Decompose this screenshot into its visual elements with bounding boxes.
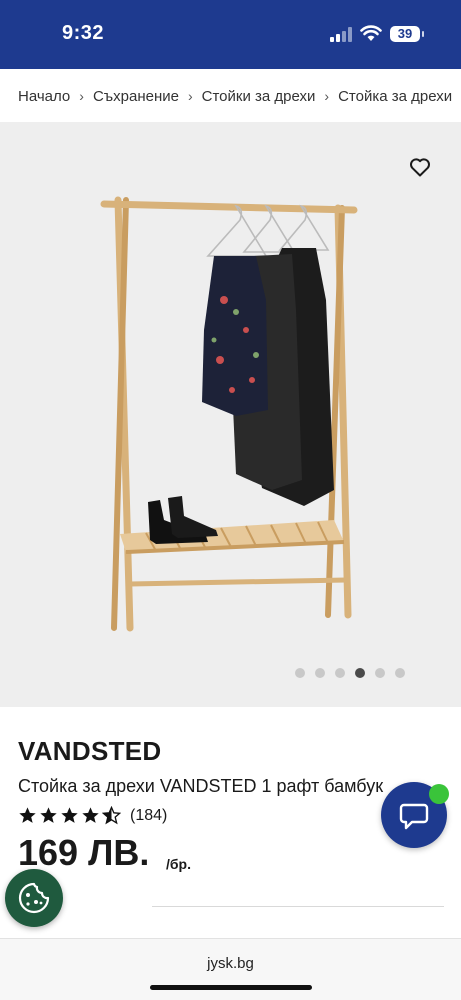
breadcrumb: Начало › Съхранение › Стойки за дрехи › … [0, 70, 461, 122]
star-full-icon [19, 807, 36, 823]
product-price: 169 ЛВ. [18, 832, 150, 873]
cookie-icon [18, 882, 50, 914]
star-full-icon [61, 807, 78, 823]
divider [152, 906, 444, 907]
gallery-pagination [295, 668, 405, 678]
breadcrumb-storage[interactable]: Съхранение [93, 88, 179, 105]
star-full-icon [82, 807, 99, 823]
star-full-icon [40, 807, 57, 823]
clock: 9:32 [62, 22, 105, 44]
breadcrumb-home[interactable]: Начало [18, 88, 70, 105]
gallery-dot-active[interactable] [355, 668, 365, 678]
chat-bubble-icon [399, 803, 429, 830]
status-bar: 9:32 39 [0, 0, 461, 69]
product-image [100, 196, 358, 632]
gallery-dot[interactable] [335, 668, 345, 678]
online-status-badge [429, 784, 449, 804]
product-title: Стойка за дрехи VANDSTED 1 рафт бамбук [18, 776, 384, 796]
breadcrumb-separator: › [79, 88, 84, 104]
product-brand: VANDSTED [18, 736, 162, 766]
cookie-settings-button[interactable] [5, 869, 63, 927]
breadcrumb-current[interactable]: Стойка за дрехи [338, 88, 452, 105]
gallery-dot[interactable] [375, 668, 385, 678]
browser-url-bar[interactable]: jysk.bg [0, 938, 461, 1000]
breadcrumb-separator: › [187, 88, 193, 104]
heart-outline-icon[interactable] [408, 155, 432, 179]
battery-indicator: 39 [390, 26, 420, 42]
star-half-icon [102, 806, 121, 825]
home-indicator [150, 985, 312, 990]
breadcrumb-separator: › [324, 88, 330, 104]
gallery-dot[interactable] [315, 668, 325, 678]
gallery-dot[interactable] [295, 668, 305, 678]
breadcrumb-clothes-racks[interactable]: Стойки за дрехи [202, 88, 316, 105]
gallery-dot[interactable] [395, 668, 405, 678]
product-rating[interactable]: (184) [18, 806, 167, 825]
url-text[interactable]: jysk.bg [0, 955, 461, 972]
battery-tip [422, 31, 424, 37]
price-unit: /бр. [166, 856, 191, 872]
rating-count: (184) [130, 806, 168, 824]
wifi-icon [360, 25, 382, 41]
cellular-signal-icon [330, 27, 352, 42]
